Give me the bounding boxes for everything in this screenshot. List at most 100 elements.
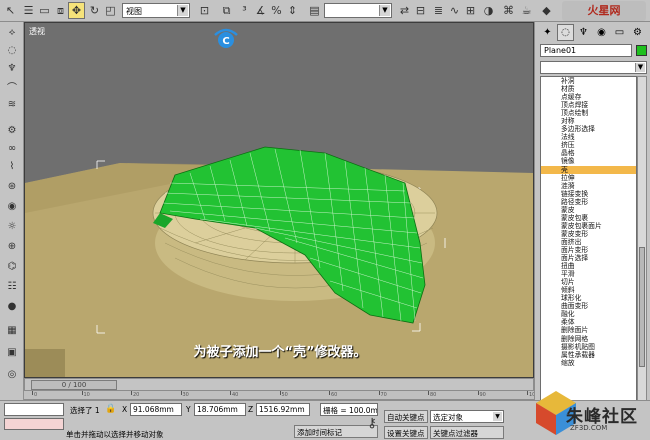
modifier-list-item[interactable]: 属性承载器 [541, 351, 636, 359]
render-frame-icon[interactable]: ▣ [3, 344, 21, 360]
modifier-list-item[interactable]: 壳 [541, 165, 636, 174]
utilities-tab-icon[interactable]: ⚙ [629, 24, 646, 41]
unlink-icon[interactable]: ⌇ [3, 158, 21, 174]
quick-render-icon[interactable]: ◆ [538, 2, 555, 19]
modifier-list[interactable]: 补洞 材质 点缓存 顶点焊接 顶点绘制 对称 多边形选择 法线 挤压 晶格 镜像壳拉伸 涟漪 链接变换路… [540, 76, 637, 422]
named-selection-select[interactable]: ▼ [324, 3, 392, 18]
create-icon[interactable]: ⟡ [3, 24, 21, 40]
modifier-list-item[interactable]: 蒙皮包裹 [541, 214, 636, 222]
maxscript-mini-listener[interactable] [4, 418, 64, 430]
spacewarp-icon[interactable]: ⌬ [3, 258, 21, 274]
motion-icon[interactable]: ⌒ [3, 78, 21, 94]
angle-snap-icon[interactable]: ∡ [252, 2, 269, 19]
modifier-list-item[interactable]: 顶点绘制 [541, 109, 636, 117]
modify-tab-icon[interactable]: ◌ [557, 24, 574, 41]
rect-region-icon[interactable]: ▭ [36, 2, 53, 19]
select-by-name-icon[interactable]: ☰ [20, 2, 37, 19]
mirror-tool-icon[interactable]: ⇄ [396, 2, 413, 19]
key-icon[interactable]: ⚷ [362, 415, 382, 432]
schematic-view-icon[interactable]: ⊞ [462, 2, 479, 19]
perspective-viewport[interactable]: 透视 C 为被子添加一个“壳”修改器。 [24, 22, 534, 378]
percent-snap-icon[interactable]: % [268, 2, 285, 19]
snap-icon[interactable]: ³ [236, 2, 253, 19]
key-mode-select[interactable]: 选定对象 ▼ [430, 410, 504, 423]
modify-icon[interactable]: ◌ [3, 42, 21, 58]
modifier-list-item[interactable]: 拉伸 [541, 174, 636, 182]
object-color-swatch[interactable] [636, 45, 647, 56]
select-move-icon[interactable]: ✥ [68, 2, 85, 19]
render-icon[interactable]: ☕ [518, 2, 535, 19]
modifier-list-item[interactable]: 曲面变形 [541, 302, 636, 310]
modifier-list-item[interactable]: 挤压 [541, 141, 636, 149]
modifier-list-item[interactable]: 平滑 [541, 270, 636, 278]
modifier-list-item[interactable]: 倾斜 [541, 286, 636, 294]
time-slider-thumb[interactable]: 0 / 100 [31, 380, 117, 390]
rotate-icon[interactable]: ↻ [86, 2, 103, 19]
modifier-list-item[interactable]: 面挤出 [541, 238, 636, 246]
material-editor-icon[interactable]: ◑ [480, 2, 497, 19]
modifier-list-item[interactable]: 面片变形 [541, 246, 636, 254]
lock-selection-icon[interactable]: 🔒 [104, 402, 118, 416]
x-coordinate-field[interactable]: 91.068mm [130, 403, 182, 416]
time-slider[interactable]: 0 / 100 [24, 378, 534, 391]
object-name-field[interactable]: Plane01 [540, 44, 632, 57]
render-setup-icon[interactable]: ⌘ [500, 2, 517, 19]
reference-coord-select[interactable]: 视图 ▼ [122, 3, 190, 18]
window-crossing-icon[interactable]: ⧈ [52, 2, 69, 19]
modifier-list-scrollbar[interactable] [637, 76, 647, 422]
scale-icon[interactable]: ◰ [102, 2, 119, 19]
modifier-list-item[interactable]: 蒙皮变形 [541, 230, 636, 238]
modifier-list-item[interactable]: 删除面片 [541, 326, 636, 334]
hierarchy-icon[interactable]: ♆ [3, 60, 21, 76]
auto-key-button[interactable]: 自动关键点 [384, 410, 428, 423]
hierarchy-tab-icon[interactable]: ♆ [575, 24, 592, 41]
modifier-list-dropdown[interactable]: ▼ [540, 61, 647, 74]
select-icon[interactable]: ↖ [2, 2, 19, 19]
modifier-list-item[interactable]: 删除网格 [541, 335, 636, 343]
display-icon[interactable]: ≋ [3, 96, 21, 112]
modifier-list-item[interactable]: 晶格 [541, 149, 636, 157]
maxscript-listener[interactable] [4, 403, 64, 416]
modifier-list-item[interactable]: 材质 [541, 85, 636, 93]
link-icon[interactable]: ∞ [3, 140, 21, 156]
display-tab-icon[interactable]: ▭ [611, 24, 628, 41]
modifier-list-item[interactable]: 蒙皮包裹面片 [541, 222, 636, 230]
modifier-list-item[interactable]: 缩放 [541, 359, 636, 367]
material-ball-icon[interactable]: ● [3, 298, 21, 314]
track-bar[interactable]: 0102030405060708090100 [24, 391, 539, 400]
modifier-list-item[interactable]: 融化 [541, 310, 636, 318]
pivot-icon[interactable]: ⊡ [196, 2, 213, 19]
motion-tab-icon[interactable]: ◉ [593, 24, 610, 41]
modifier-list-item[interactable]: 链接变换 [541, 190, 636, 198]
layer-manager-icon[interactable]: ≣ [430, 2, 447, 19]
modifier-list-item[interactable]: 镜像 [541, 157, 636, 165]
camera-icon[interactable]: ◉ [3, 198, 21, 214]
modifier-list-item[interactable]: 路径变形 [541, 198, 636, 206]
modifier-list-item[interactable]: 点缓存 [541, 93, 636, 101]
light-icon[interactable]: ☼ [3, 218, 21, 234]
modifier-list-item[interactable]: 面片选择 [541, 254, 636, 262]
modifier-list-item[interactable]: 切片 [541, 278, 636, 286]
edit-named-selection-icon[interactable]: ▤ [306, 2, 323, 19]
helper-icon[interactable]: ⊕ [3, 238, 21, 254]
mirror-icon[interactable]: ⧉ [218, 2, 235, 19]
z-coordinate-field[interactable]: 1516.92mm [256, 403, 310, 416]
modifier-list-item[interactable]: 球形化 [541, 294, 636, 302]
utilities-icon[interactable]: ⚙ [3, 122, 21, 138]
layout-icon[interactable]: ▦ [3, 322, 21, 338]
viewport-label[interactable]: 透视 [29, 26, 45, 37]
bind-icon[interactable]: ⊛ [3, 178, 21, 194]
spinner-snap-icon[interactable]: ⇕ [284, 2, 301, 19]
key-filters-button[interactable]: 关键点过滤器 [430, 426, 504, 439]
modifier-list-item[interactable]: 法线 [541, 133, 636, 141]
modifier-list-item[interactable]: 柔体 [541, 318, 636, 326]
create-tab-icon[interactable]: ✦ [539, 24, 556, 41]
modifier-list-item[interactable]: 顶点焊接 [541, 101, 636, 109]
align-icon[interactable]: ⊟ [412, 2, 429, 19]
modifier-list-item[interactable]: 摄影机贴图 [541, 343, 636, 351]
modifier-list-item[interactable]: 多边形选择 [541, 125, 636, 133]
scrollbar-thumb[interactable] [639, 247, 645, 367]
curve-editor-icon[interactable]: ∿ [446, 2, 463, 19]
environment-icon[interactable]: ◎ [3, 366, 21, 382]
modifier-list-item[interactable]: 补洞 [541, 77, 636, 85]
